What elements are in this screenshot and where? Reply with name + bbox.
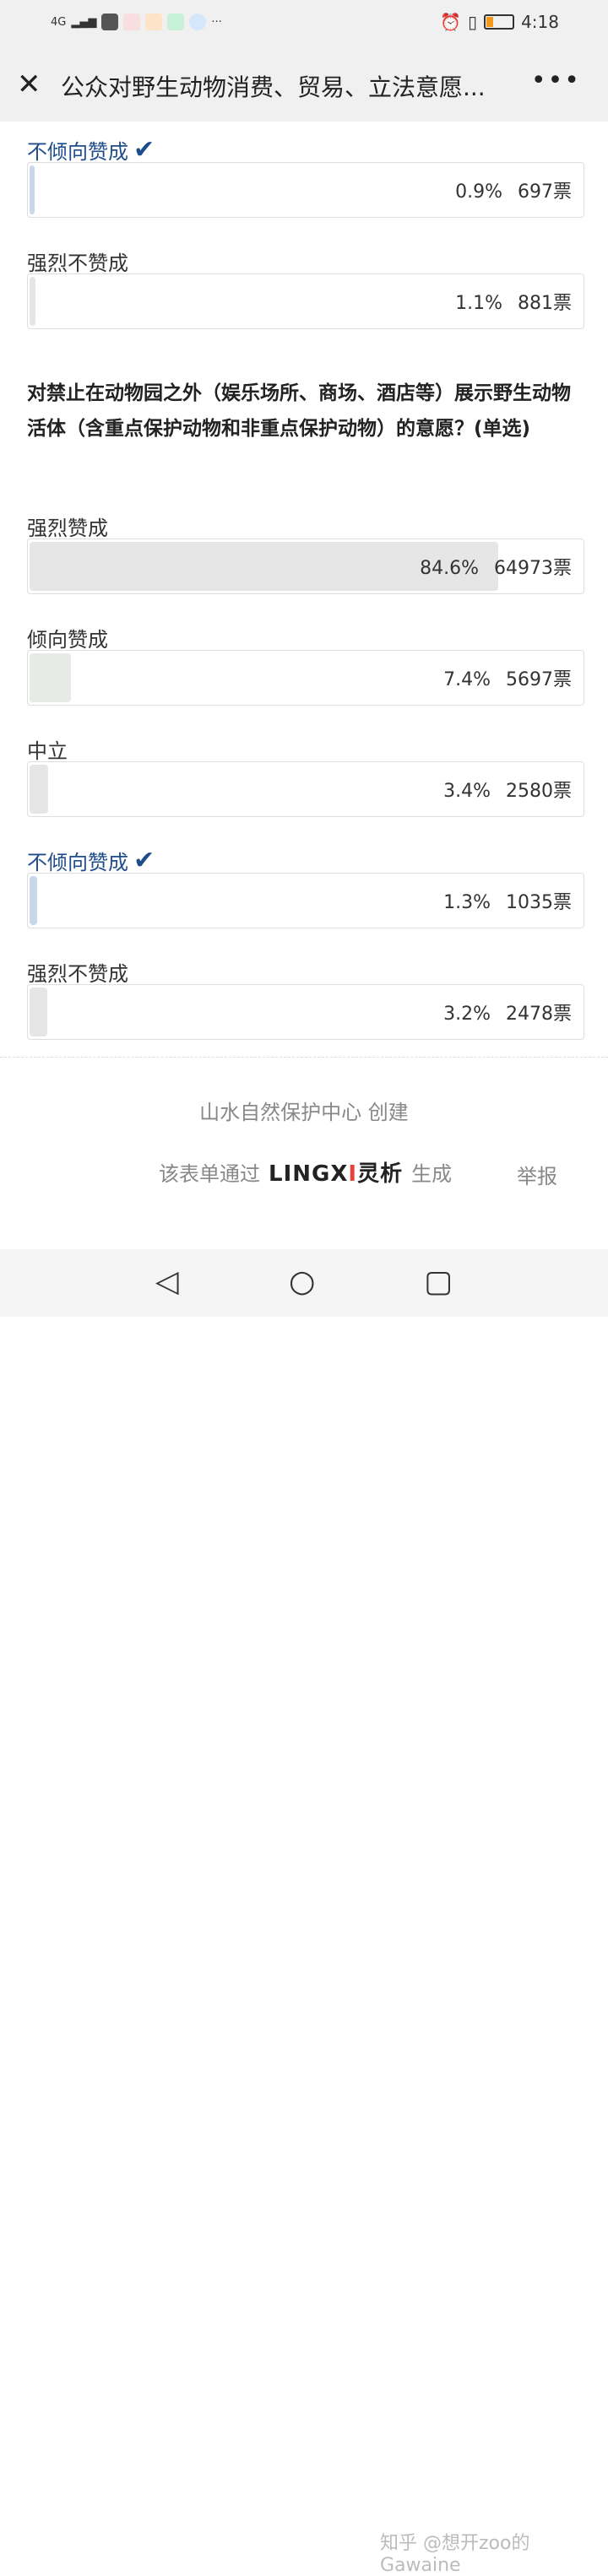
- recents-icon[interactable]: ▢: [424, 1264, 453, 1299]
- percent: 3.2%: [443, 1004, 491, 1025]
- option-result-bar: 1.3% 1035票: [27, 873, 584, 928]
- result-value: 7.4% 5697票: [428, 664, 572, 691]
- gen-suffix: 生成: [411, 1162, 453, 1186]
- option-text: 不倾向赞成: [27, 140, 128, 164]
- header: ✕ 公众对野生动物消费、贸易、立法意愿... •••: [0, 47, 608, 122]
- option-result-bar: 0.9% 697票: [27, 162, 584, 218]
- option-label: 倾向赞成: [27, 623, 108, 652]
- option-label: 不倾向赞成 ✔: [27, 135, 155, 165]
- gen-prefix: 该表单通过: [159, 1162, 260, 1186]
- link-app-icon: [101, 14, 119, 30]
- percent: 0.9%: [455, 181, 502, 203]
- result-fill: [30, 988, 47, 1036]
- option-label: 强烈不赞成: [27, 957, 128, 987]
- option-text: 中立: [27, 739, 68, 763]
- percent: 1.3%: [443, 892, 491, 913]
- close-icon[interactable]: ✕: [17, 68, 41, 101]
- browser-app-icon: [189, 14, 207, 30]
- option-result-bar: 84.6% 64973票: [27, 538, 584, 594]
- video-app-icon: [167, 14, 185, 30]
- option-label: 不倾向赞成 ✔: [27, 846, 155, 875]
- votes: 881票: [518, 293, 572, 314]
- result-fill: [30, 165, 35, 214]
- option-text: 不倾向赞成: [27, 851, 128, 874]
- votes: 2580票: [506, 781, 572, 802]
- question-title: 对禁止在动物园之外（娱乐场所、商场、酒店等）展示野生动物活体（含重点保护动物和非…: [27, 382, 571, 440]
- checkmark-icon: ✔: [133, 845, 155, 875]
- option-label: 中立: [27, 734, 68, 764]
- option-label: 强烈不赞成: [27, 246, 128, 276]
- lingxi-logo[interactable]: LINGXI灵析: [269, 1156, 403, 1188]
- battery-icon: [484, 14, 515, 30]
- votes: 5697票: [506, 669, 572, 690]
- option-result-bar: 1.1% 881票: [27, 273, 584, 329]
- option-text: 强烈赞成: [27, 517, 108, 540]
- option-label: 强烈赞成: [27, 511, 108, 541]
- result-fill: [30, 765, 49, 814]
- creator-text: 山水自然保护中心 创建: [199, 1101, 409, 1124]
- alarm-icon: ⏰: [440, 12, 462, 32]
- more-icon[interactable]: •••: [531, 66, 581, 95]
- result-value: 84.6% 64973票: [404, 553, 572, 580]
- result-value: 0.9% 697票: [440, 176, 572, 203]
- sina-app-icon: [123, 14, 141, 30]
- percent: 7.4%: [443, 669, 491, 690]
- votes: 1035票: [506, 892, 572, 913]
- option-text: 倾向赞成: [27, 628, 108, 652]
- checkmark-icon: ✔: [133, 134, 155, 165]
- votes: 697票: [518, 181, 572, 203]
- option-result-bar: 7.4% 5697票: [27, 650, 584, 706]
- result-fill: [30, 653, 71, 702]
- result-value: 1.3% 1035票: [428, 887, 572, 914]
- option-result-bar: 3.2% 2478票: [27, 984, 584, 1040]
- baidu-app-icon: [145, 14, 163, 30]
- watermark: 知乎 @想开zoo的Gawaine: [380, 2533, 530, 2576]
- back-icon[interactable]: ◁: [155, 1264, 179, 1299]
- network-indicator: 4G: [51, 15, 67, 29]
- percent: 3.4%: [443, 781, 491, 802]
- nav-bar: ◁ ○ ▢ 知乎 @想开zoo的Gawaine: [0, 1249, 608, 2576]
- option-result-bar: 3.4% 2580票: [27, 761, 584, 817]
- percent: 84.6%: [420, 558, 479, 579]
- vibrate-icon: ▯: [468, 12, 478, 32]
- divider: [0, 1057, 608, 1058]
- generated-by: 该表单通过 LINGXI灵析 生成: [159, 1156, 452, 1188]
- option-text: 强烈不赞成: [27, 962, 128, 986]
- page-title: 公众对野生动物消费、贸易、立法意愿...: [61, 73, 486, 101]
- result-fill: [30, 277, 36, 326]
- clock: 4:18: [521, 12, 559, 32]
- percent: 1.1%: [455, 293, 502, 314]
- option-text: 强烈不赞成: [27, 252, 128, 275]
- report-link[interactable]: 举报: [517, 1160, 557, 1189]
- more-notifications-icon: ···: [211, 15, 222, 29]
- status-bar: 4G ▂▄▆ ··· ⏰ ▯ 4:18: [0, 0, 608, 47]
- votes: 64973票: [494, 558, 572, 579]
- signal-icon: ▂▄▆: [71, 15, 97, 29]
- result-value: 3.2% 2478票: [428, 998, 572, 1026]
- home-icon[interactable]: ○: [289, 1264, 315, 1299]
- votes: 2478票: [506, 1004, 572, 1025]
- result-value: 3.4% 2580票: [428, 776, 572, 803]
- result-fill: [30, 876, 37, 925]
- result-value: 1.1% 881票: [440, 288, 572, 315]
